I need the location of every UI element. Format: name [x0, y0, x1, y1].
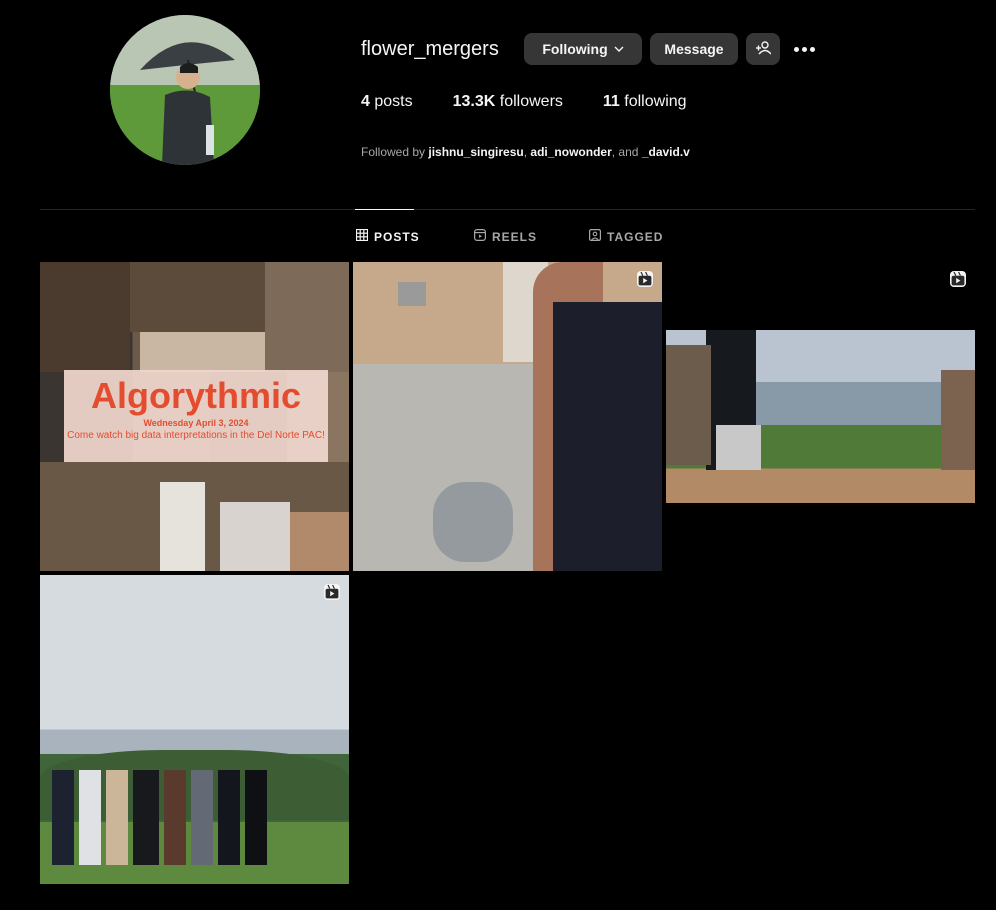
post-thumbnail[interactable]	[666, 262, 975, 571]
reel-icon	[636, 270, 654, 288]
tab-reels-label: REELS	[492, 229, 538, 244]
followed-by-user[interactable]: jishnu_singiresu	[428, 145, 523, 159]
post-reel-image	[40, 575, 349, 884]
followers-count[interactable]: 13.3K followers	[453, 93, 563, 111]
event-title: Algorythmic	[90, 375, 302, 416]
more-options-icon[interactable]	[792, 38, 816, 60]
posts-count-label: posts	[374, 93, 413, 110]
post-thumbnail[interactable]: Algorythmic Wednesday April 3, 2024 Come…	[40, 262, 349, 571]
post-thumbnail[interactable]	[353, 262, 662, 571]
reel-icon	[323, 583, 341, 601]
profile-stats: 4 posts 13.3K followers 11 following	[361, 93, 687, 111]
reels-icon	[474, 229, 487, 244]
followers-count-label: followers	[499, 93, 563, 110]
event-date: Wednesday April 3, 2024	[143, 418, 249, 428]
posts-count-value: 4	[361, 93, 370, 110]
followers-count-value: 13.3K	[452, 93, 496, 110]
posts-count[interactable]: 4 posts	[361, 93, 413, 111]
post-reel-image	[353, 262, 662, 571]
message-button-label: Message	[664, 41, 724, 57]
post-reel-image	[666, 330, 975, 503]
following-count-label: following	[624, 93, 687, 110]
suggest-users-button[interactable]	[746, 33, 780, 65]
post-collage-image: Algorythmic Wednesday April 3, 2024 Come…	[40, 262, 349, 571]
followed-by-and: , and	[611, 145, 639, 159]
event-description: Come watch big data interpretations in t…	[67, 430, 325, 441]
chevron-down-icon	[614, 41, 624, 57]
profile-avatar[interactable]	[110, 15, 260, 165]
active-tab-indicator	[355, 209, 414, 210]
tab-posts-label: POSTS	[374, 229, 420, 244]
followed-by-prefix: Followed by	[361, 145, 426, 159]
grid-icon	[355, 228, 369, 244]
profile-username: flower_mergers	[361, 38, 499, 60]
tabs-divider	[40, 209, 975, 210]
following-count-value: 11	[602, 93, 620, 110]
followed-by-user[interactable]: _david.v	[642, 145, 690, 159]
following-button[interactable]: Following	[524, 33, 642, 65]
tab-reels[interactable]: REELS	[474, 229, 537, 244]
tagged-icon	[589, 229, 602, 244]
followed-by-user[interactable]: adi_nowonder	[530, 145, 611, 159]
followed-by[interactable]: Followed by jishnu_singiresu, adi_nowond…	[361, 145, 690, 159]
avatar-photo	[110, 15, 260, 165]
tab-posts[interactable]: POSTS	[355, 228, 420, 244]
post-thumbnail[interactable]	[40, 575, 349, 884]
following-count[interactable]: 11 following	[603, 93, 687, 111]
event-banner: Algorythmic Wednesday April 3, 2024 Come…	[64, 370, 328, 462]
following-button-label: Following	[542, 41, 608, 57]
tab-tagged-label: TAGGED	[607, 229, 664, 244]
add-user-icon	[755, 40, 772, 59]
tab-tagged[interactable]: TAGGED	[589, 229, 663, 244]
reel-icon	[949, 270, 967, 288]
followed-by-separator: ,	[523, 145, 528, 159]
message-button[interactable]: Message	[650, 33, 738, 65]
